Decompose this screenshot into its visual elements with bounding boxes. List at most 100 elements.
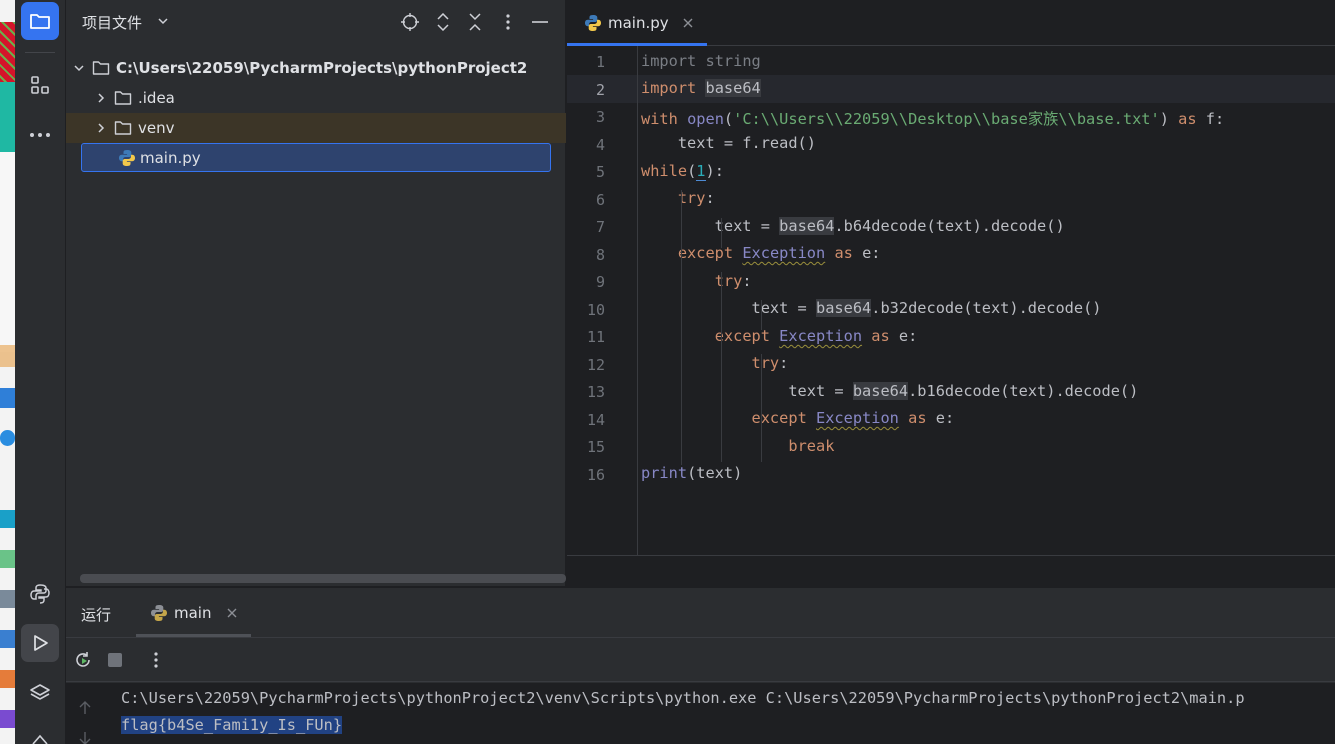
layers-icon [30,684,50,700]
code-line[interactable]: text = base64.b64decode(text).decode() [641,217,1065,235]
console-output[interactable]: C:\Users\22059\PycharmProjects\pythonPro… [66,683,1335,744]
indent-guide [761,354,762,462]
code-token: base64 [779,217,835,235]
code-token: e: [889,327,918,345]
project-tool-button[interactable] [21,2,59,40]
code-token: as [834,244,853,262]
editor-tab-bar: main.py [567,0,1335,46]
code-token: break [788,437,835,455]
code-line[interactable]: import string [641,52,761,70]
code-token: try [714,272,743,290]
chevron-down-icon[interactable] [158,17,168,25]
chevron-right-icon[interactable] [94,121,108,135]
close-icon[interactable] [227,608,237,618]
code-line[interactable]: text = f.read() [641,134,816,152]
code-token: : [742,272,752,290]
python-file-icon [151,605,167,621]
line-number: 13 [586,383,605,401]
tree-item-venv[interactable]: venv [66,113,566,143]
line-number: 2 [595,80,605,99]
code-line[interactable]: with open('C:\\Users\\22059\\Desktop\\ba… [641,107,1224,129]
more-tools-button[interactable] [21,116,59,154]
collapse-icon [469,13,481,31]
hide-panel-button[interactable] [530,12,550,32]
code-token: ) [1159,110,1179,128]
code-line[interactable]: try: [641,189,715,207]
tree-item-idea[interactable]: .idea [66,83,566,113]
options-button[interactable] [498,12,518,32]
tab-main-py[interactable]: main.py [567,0,707,46]
line-number: 1 [595,53,605,71]
terminal-tool-button[interactable] [21,722,59,744]
active-run-tab-indicator [136,634,251,637]
horizontal-scrollbar[interactable] [80,574,566,583]
code-line[interactable]: import base64 [641,79,761,97]
more-vertical-icon[interactable] [154,652,158,668]
collapse-all-button[interactable] [465,12,485,32]
code-token: text = f.read() [641,134,816,152]
chevron-right-icon[interactable] [94,91,108,105]
code-token: .b64decode(text).decode() [834,217,1065,235]
layers-tool-button[interactable] [21,674,59,712]
code-token: as [1178,110,1197,128]
indent-guide [721,218,722,248]
run-panel-header: 运行 main [66,588,1335,638]
line-number: 15 [586,438,605,456]
code-token: : [779,354,789,372]
code-line[interactable]: print(text) [641,464,742,482]
code-line[interactable]: except Exception as e: [641,327,918,345]
chevron-down-icon[interactable] [72,61,86,75]
close-icon[interactable] [683,18,693,28]
structure-tool-button[interactable] [21,66,59,104]
indent-guide [681,190,682,465]
code-token: except [751,409,807,427]
code-token: as [871,327,890,345]
code-token: base64 [705,79,761,97]
code-line[interactable]: try: [641,354,789,372]
scroll-down-icon[interactable] [79,731,91,744]
tool-separator [25,52,55,53]
folder-icon [114,91,132,105]
expand-all-button[interactable] [433,12,453,32]
scroll-up-icon[interactable] [79,701,91,715]
expand-icon [437,13,449,31]
desktop-icon-g [0,630,15,648]
minimize-icon [532,21,548,23]
line-number: 5 [595,163,605,181]
desktop-icon-f [0,590,15,608]
rerun-icon[interactable] [73,650,93,670]
tree-item-project-root[interactable]: C:\Users\22059\PycharmProjects\pythonPro… [66,53,566,83]
code-line[interactable]: text = base64.b32decode(text).decode() [641,299,1102,317]
tab-label: main.py [608,14,669,32]
code-line[interactable]: try: [641,272,752,290]
tool-window-bar [15,0,66,744]
run-tab-main[interactable]: main [150,604,237,622]
run-tool-button[interactable] [21,624,59,662]
code-line[interactable]: except Exception as e: [641,409,955,427]
structure-icon [31,76,49,94]
line-number: 10 [586,300,605,319]
locate-button[interactable] [400,12,420,32]
code-line[interactable]: while(1): [641,162,724,181]
editor-bottom-divider [567,555,1335,556]
code-token: as [908,409,927,427]
code-line[interactable]: break [641,437,834,455]
code-line[interactable]: text = base64.b16decode(text).decode() [641,382,1138,400]
crosshair-icon [401,13,419,31]
tree-item-label: venv [138,119,175,137]
python-console-button[interactable] [21,575,59,613]
more-vertical-icon [506,14,510,30]
desktop-thumbnail-teal [0,82,15,152]
code-token: string [705,52,761,70]
gutter-divider [637,46,638,556]
desktop-icon-c [0,430,15,446]
code-token: .b16decode(text).decode() [908,382,1139,400]
project-view-title[interactable]: 项目文件 [82,12,142,33]
tree-item-main-py[interactable]: main.py [81,143,551,172]
line-number: 11 [586,328,605,346]
code-token: 'C:\\Users\\22059\\Desktop\\base家族\\base… [733,110,1160,128]
code-token: except [677,244,734,262]
code-token: base64 [815,299,872,317]
stop-icon[interactable] [108,653,122,667]
code-line[interactable]: except Exception as e: [641,244,881,262]
